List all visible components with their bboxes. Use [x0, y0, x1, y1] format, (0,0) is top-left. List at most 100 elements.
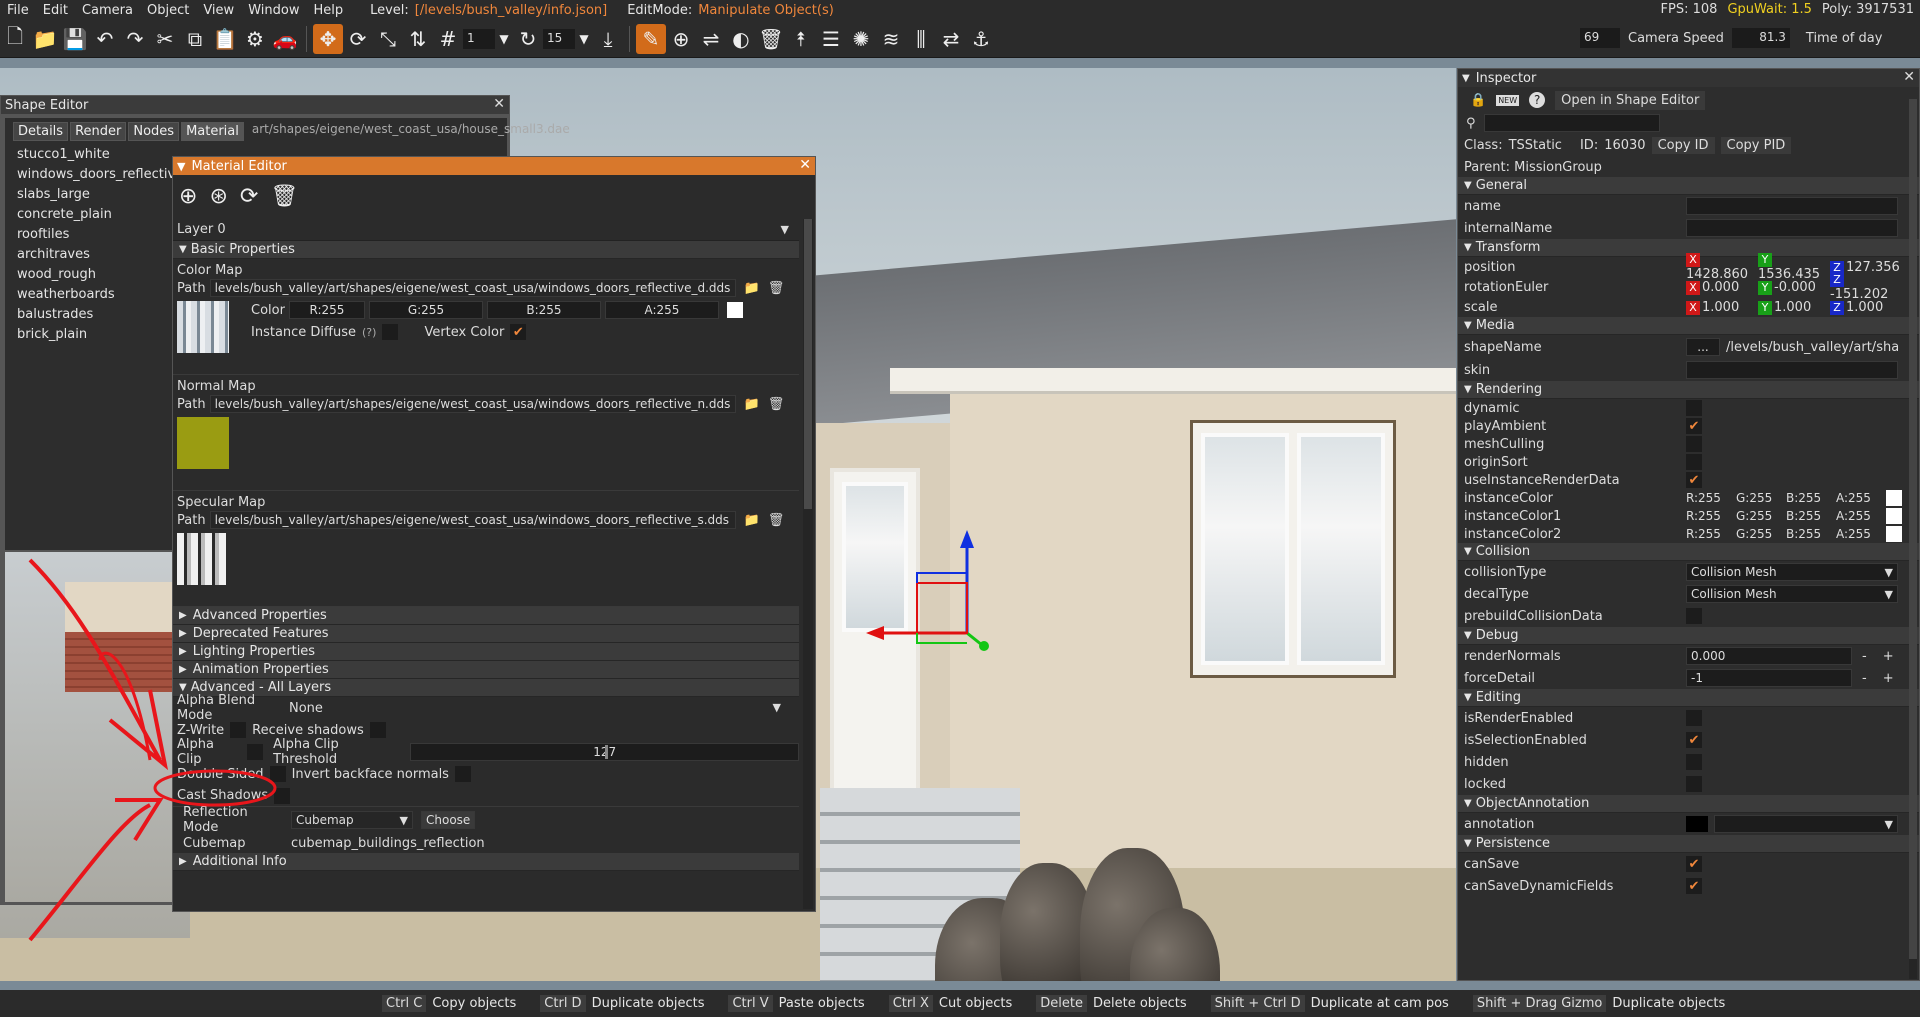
open-in-shape-editor-button[interactable]: Open in Shape Editor — [1555, 90, 1706, 110]
instance-color-g[interactable]: G:255 — [1736, 491, 1782, 505]
receive-shadows-checkbox[interactable] — [369, 722, 386, 738]
forest-icon[interactable]: ⯭ — [786, 24, 816, 54]
annotation-select[interactable]: ▼ — [1714, 815, 1898, 833]
instance-color-g[interactable]: G:255 — [1736, 509, 1782, 523]
mesh-road-icon[interactable]: ⇄ — [936, 24, 966, 54]
section-persistence[interactable]: ▼ Persistence — [1458, 835, 1919, 853]
grid-snap-icon[interactable]: # — [433, 24, 463, 54]
render-normals-field[interactable]: 0.000 — [1686, 647, 1852, 665]
vehicle-icon[interactable]: 🚗 — [270, 24, 300, 54]
cut-icon[interactable]: ✂ — [150, 24, 180, 54]
choose-button[interactable]: Choose — [421, 811, 476, 829]
fov-field[interactable]: 69 — [1580, 28, 1620, 48]
annotation-color-swatch[interactable] — [1686, 816, 1708, 832]
chevron-down-icon[interactable]: ▼ — [575, 24, 593, 54]
layer-select[interactable]: Layer 0 ▼ — [173, 219, 799, 241]
menu-help[interactable]: Help — [306, 3, 350, 18]
color-map-thumbnail[interactable] — [177, 301, 229, 353]
trash-icon[interactable]: 🗑 — [768, 397, 785, 412]
menu-camera[interactable]: Camera — [75, 3, 140, 18]
new-badge-icon[interactable]: NEW — [1496, 94, 1520, 106]
specular-map-path[interactable]: levels/bush_valley/art/shapes/eigene/wes… — [209, 511, 736, 529]
menu-view[interactable]: View — [196, 3, 241, 18]
reflection-mode-select[interactable]: Cubemap ▼ — [291, 811, 413, 829]
chevron-down-icon[interactable]: ▼ — [495, 24, 513, 54]
clone-material-icon[interactable]: ⊛ — [209, 184, 227, 209]
tab-render[interactable]: Render — [70, 122, 127, 141]
align-icon[interactable]: ⇅ — [403, 24, 433, 54]
invert-backface-checkbox[interactable] — [454, 766, 471, 782]
can-save-checkbox[interactable]: ✔ — [1686, 856, 1702, 872]
new-file-icon[interactable]: 🗋 — [0, 24, 30, 54]
color-a-field[interactable]: A:255 — [604, 301, 719, 319]
instance-color-g[interactable]: G:255 — [1736, 527, 1782, 541]
rotation-y-field[interactable]: -0.000 — [1774, 280, 1816, 295]
collapse-icon[interactable]: ▼ — [177, 160, 185, 173]
scrollbar-thumb[interactable] — [1909, 99, 1917, 959]
scale-tool-icon[interactable]: ⤡ — [373, 24, 403, 54]
open-folder-icon[interactable]: 📁 — [30, 24, 60, 54]
trash-icon[interactable]: 🗑 — [756, 24, 786, 54]
prebuild-checkbox[interactable] — [1686, 608, 1702, 624]
light-icon[interactable]: ✺ — [846, 24, 876, 54]
copy-icon[interactable]: ⧉ — [180, 24, 210, 54]
paste-icon[interactable]: 📋 — [210, 24, 240, 54]
scrollbar[interactable] — [1909, 99, 1917, 979]
instance-color-a[interactable]: A:255 — [1836, 509, 1882, 523]
add-material-icon[interactable]: ⊕ — [179, 184, 197, 209]
instance-color-swatch[interactable] — [1886, 490, 1902, 506]
name-input[interactable] — [1686, 197, 1898, 215]
normal-map-thumbnail[interactable] — [177, 417, 229, 469]
copy-id-button[interactable]: Copy ID — [1651, 136, 1715, 154]
section-rendering[interactable]: ▼ Rendering — [1458, 381, 1919, 399]
color-g-field[interactable]: G:255 — [368, 301, 483, 319]
color-b-field[interactable]: B:255 — [486, 301, 601, 319]
color-r-field[interactable]: R:255 — [288, 301, 365, 319]
normal-map-path[interactable]: levels/bush_valley/art/shapes/eigene/wes… — [209, 395, 736, 413]
instance-color-swatch[interactable] — [1886, 526, 1902, 542]
trash-icon[interactable]: 🗑 — [768, 513, 785, 528]
save-icon[interactable]: 💾 — [60, 24, 90, 54]
instance-color-a[interactable]: A:255 — [1836, 527, 1882, 541]
rotate-tool-icon[interactable]: ⟳ — [343, 24, 373, 54]
road-icon[interactable]: ⫼ — [906, 24, 936, 54]
rotate-snap-icon[interactable]: ↻ — [513, 24, 543, 54]
render-field-checkbox[interactable]: ✔ — [1686, 472, 1702, 488]
refresh-icon[interactable]: ⟳ — [240, 184, 258, 209]
increment-button[interactable]: + — [1883, 671, 1894, 686]
shape-name-value[interactable]: /levels/bush_valley/art/shapes — [1726, 340, 1898, 355]
slider-knob[interactable] — [604, 745, 608, 759]
folder-icon[interactable]: 📁 — [744, 513, 760, 528]
material-editor-titlebar[interactable]: ▼ Material Editor ✕ — [173, 157, 815, 175]
transform-gizmo[interactable] — [860, 528, 1000, 658]
instance-diffuse-checkbox[interactable] — [382, 324, 399, 340]
collision-type-select[interactable]: Collision Mesh ▼ — [1686, 563, 1898, 581]
can-save-dynamic-checkbox[interactable]: ✔ — [1686, 878, 1702, 894]
render-field-checkbox[interactable] — [1686, 400, 1702, 416]
inspector-titlebar[interactable]: ▼ Inspector ✕ — [1458, 69, 1919, 87]
decal-type-select[interactable]: Collision Mesh ▼ — [1686, 585, 1898, 603]
rotate-snap-field[interactable]: 15 — [543, 28, 575, 49]
shape-editor-titlebar[interactable]: Shape Editor ✕ — [1, 96, 509, 114]
instance-color-r[interactable]: R:255 — [1686, 491, 1732, 505]
move-tool-icon[interactable]: ✥ — [313, 23, 343, 54]
instance-color-r[interactable]: R:255 — [1686, 509, 1732, 523]
editing-field-checkbox[interactable]: ✔ — [1686, 732, 1702, 748]
layers-icon[interactable]: ☰ — [816, 24, 846, 54]
scale-x-field[interactable]: 1.000 — [1702, 300, 1739, 315]
internal-name-input[interactable] — [1686, 219, 1898, 237]
increment-button[interactable]: + — [1883, 649, 1894, 664]
section-object-annotation[interactable]: ▼ ObjectAnnotation — [1458, 795, 1919, 813]
render-field-checkbox[interactable] — [1686, 436, 1702, 452]
close-icon[interactable]: ✕ — [1903, 69, 1915, 85]
trash-icon[interactable]: 🗑 — [768, 281, 785, 296]
section-general[interactable]: ▼ General — [1458, 177, 1919, 195]
menu-file[interactable]: File — [0, 3, 36, 18]
instance-color-b[interactable]: B:255 — [1786, 491, 1832, 505]
menu-object[interactable]: Object — [140, 3, 196, 18]
tab-details[interactable]: Details — [13, 122, 69, 141]
scale-y-field[interactable]: 1.000 — [1774, 300, 1811, 315]
editing-field-checkbox[interactable] — [1686, 776, 1702, 792]
snap-value-field[interactable]: 1 — [463, 28, 495, 49]
section-debug[interactable]: ▼ Debug — [1458, 627, 1919, 645]
